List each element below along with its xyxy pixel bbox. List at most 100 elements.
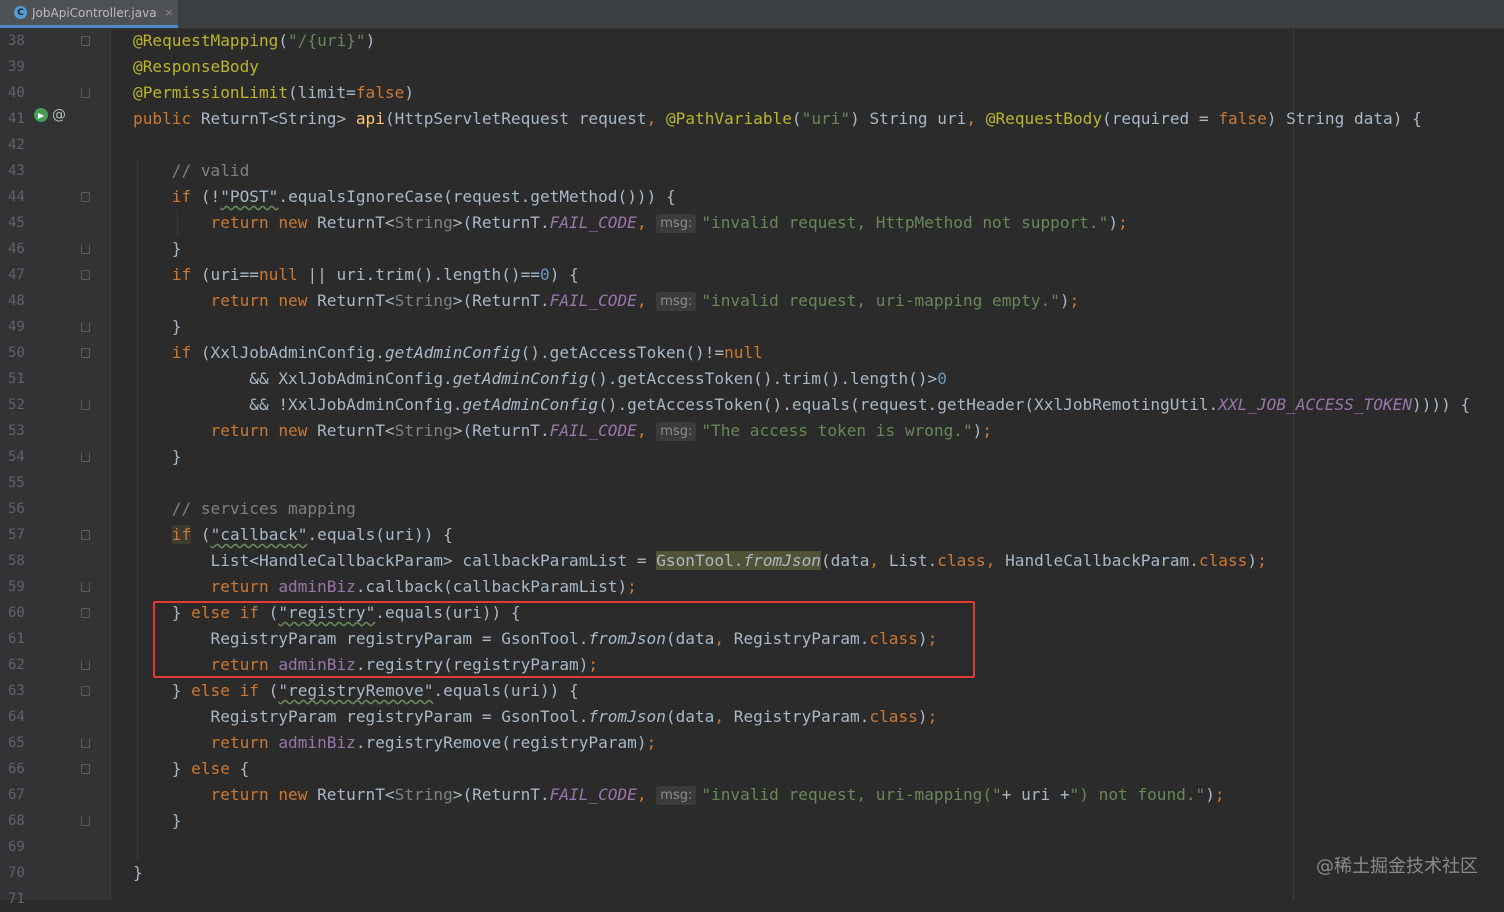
- watermark: @稀土掘金技术社区: [1316, 856, 1478, 877]
- fold-marker-icon[interactable]: [81, 36, 90, 46]
- code-token: ,: [869, 551, 889, 570]
- line-number: 49: [8, 319, 25, 335]
- line-number: 69: [8, 839, 25, 855]
- code-line[interactable]: 46 }: [0, 236, 1504, 262]
- code-token: getAdminConfig: [462, 395, 599, 414]
- fold-marker-icon[interactable]: [81, 88, 90, 98]
- code-token: ): [404, 83, 415, 102]
- code-token: FAIL_CODE: [549, 785, 637, 804]
- line-number: 66: [8, 761, 25, 777]
- code-token: ,: [966, 109, 986, 128]
- code-line[interactable]: 45 return new ReturnT<String>(ReturnT.FA…: [0, 210, 1504, 236]
- code-text: @ResponseBody: [133, 54, 259, 80]
- close-icon[interactable]: ×: [165, 6, 174, 19]
- line-number: 45: [8, 215, 25, 231]
- code-token: class: [1198, 551, 1248, 570]
- java-class-icon: C: [14, 6, 27, 19]
- line-number: 56: [8, 501, 25, 517]
- code-line[interactable]: 64 RegistryParam registryParam = GsonToo…: [0, 704, 1504, 730]
- code-line[interactable]: 57 if ("callback".equals(uri)) {: [0, 522, 1504, 548]
- code-text: return new ReturnT<String>(ReturnT.FAIL_…: [133, 782, 1225, 808]
- code-line[interactable]: 50 if (XxlJobAdminConfig.getAdminConfig(…: [0, 340, 1504, 366]
- code-line[interactable]: 54 }: [0, 444, 1504, 470]
- code-token: .registryRemove(registryParam): [355, 733, 647, 752]
- fold-marker-icon[interactable]: [81, 192, 90, 202]
- code-token: ;: [982, 421, 993, 440]
- fold-marker-icon[interactable]: [81, 582, 90, 592]
- code-token: }: [133, 447, 182, 466]
- code-token: (!: [200, 187, 221, 206]
- annotation-marker-icon[interactable]: @: [52, 108, 66, 122]
- fold-marker-icon[interactable]: [81, 608, 90, 618]
- code-line[interactable]: 42: [0, 132, 1504, 158]
- code-line[interactable]: 67 return new ReturnT<String>(ReturnT.FA…: [0, 782, 1504, 808]
- code-line[interactable]: 51 && XxlJobAdminConfig.getAdminConfig()…: [0, 366, 1504, 392]
- fold-marker-icon[interactable]: [81, 244, 90, 254]
- code-line[interactable]: 43 // valid: [0, 158, 1504, 184]
- fold-marker-icon[interactable]: [81, 686, 90, 696]
- code-token: return new: [210, 291, 318, 310]
- code-line[interactable]: 53 return new ReturnT<String>(ReturnT.FA…: [0, 418, 1504, 444]
- code-text: return adminBiz.callback(callbackParamLi…: [133, 574, 637, 600]
- code-line[interactable]: 44 if (!"POST".equalsIgnoreCase(request.…: [0, 184, 1504, 210]
- code-line[interactable]: 47 if (uri==null || uri.trim().length()=…: [0, 262, 1504, 288]
- tab-jobapicontroller[interactable]: C JobApiController.java ×: [0, 0, 178, 28]
- code-line[interactable]: 55: [0, 470, 1504, 496]
- code-line[interactable]: 48 return new ReturnT<String>(ReturnT.FA…: [0, 288, 1504, 314]
- code-token: false: [1218, 109, 1267, 128]
- code-line[interactable]: 69: [0, 834, 1504, 860]
- code-token: if: [171, 187, 201, 206]
- code-line[interactable]: 63 } else if ("registryRemove".equals(ur…: [0, 678, 1504, 704]
- code-line[interactable]: 58 List<HandleCallbackParam> callbackPar…: [0, 548, 1504, 574]
- code-line[interactable]: 52 && !XxlJobAdminConfig.getAdminConfig(…: [0, 392, 1504, 418]
- code-line[interactable]: 65 return adminBiz.registryRemove(regist…: [0, 730, 1504, 756]
- fold-marker-icon[interactable]: [81, 816, 90, 826]
- code-line[interactable]: 70}: [0, 860, 1504, 886]
- code-token: && !XxlJobAdminConfig.: [133, 395, 463, 414]
- code-token: ") not found.": [1069, 785, 1206, 804]
- code-token: ,: [636, 213, 657, 232]
- fold-marker-icon[interactable]: [81, 322, 90, 332]
- code-text: } else if ("registryRemove".equals(uri))…: [133, 678, 579, 704]
- code-token: }: [133, 811, 182, 830]
- code-line[interactable]: 41 public ReturnT<String> api(HttpServlet…: [0, 106, 1504, 132]
- run-method-icon[interactable]: ▶: [34, 108, 48, 122]
- line-number: 47: [8, 267, 25, 283]
- fold-marker-icon[interactable]: [81, 764, 90, 774]
- fold-marker-icon[interactable]: [81, 738, 90, 748]
- fold-marker-icon[interactable]: [81, 660, 90, 670]
- fold-marker-icon[interactable]: [81, 452, 90, 462]
- code-token: ;: [927, 707, 938, 726]
- code-line[interactable]: 59 return adminBiz.callback(callbackPara…: [0, 574, 1504, 600]
- code-line[interactable]: 66 } else {: [0, 756, 1504, 782]
- line-number: 50: [8, 345, 25, 361]
- code-token: else: [191, 759, 240, 778]
- code-token: List.: [888, 551, 938, 570]
- code-line[interactable]: 56 // services mapping: [0, 496, 1504, 522]
- code-line[interactable]: 39 @ResponseBody: [0, 54, 1504, 80]
- code-line[interactable]: 38 @RequestMapping("/{uri}"): [0, 28, 1504, 54]
- fold-marker-icon[interactable]: [81, 530, 90, 540]
- line-number: 39: [8, 59, 25, 75]
- fold-marker-icon[interactable]: [81, 270, 90, 280]
- code-token: ) String uri: [850, 109, 967, 128]
- code-line[interactable]: 49 }: [0, 314, 1504, 340]
- fold-marker-icon[interactable]: [81, 400, 90, 410]
- line-number: 46: [8, 241, 25, 257]
- fold-marker-icon[interactable]: [81, 348, 90, 358]
- code-line[interactable]: 68 }: [0, 808, 1504, 834]
- code-token: String: [394, 291, 453, 310]
- code-line[interactable]: 40 @PermissionLimit(limit=false): [0, 80, 1504, 106]
- code-token: ,: [646, 109, 666, 128]
- code-token: ): [1205, 785, 1215, 804]
- code-text: } else {: [133, 756, 250, 782]
- code-token: && XxlJobAdminConfig.: [133, 369, 453, 388]
- line-number: 48: [8, 293, 25, 309]
- code-token: ().getAccessToken()!=: [520, 343, 725, 362]
- code-token: if: [171, 265, 201, 284]
- code-line[interactable]: 71: [0, 886, 1504, 912]
- code-text: if (XxlJobAdminConfig.getAdminConfig().g…: [133, 340, 763, 366]
- code-token: @PermissionLimit: [133, 83, 289, 102]
- parameter-hint: msg:: [656, 214, 697, 233]
